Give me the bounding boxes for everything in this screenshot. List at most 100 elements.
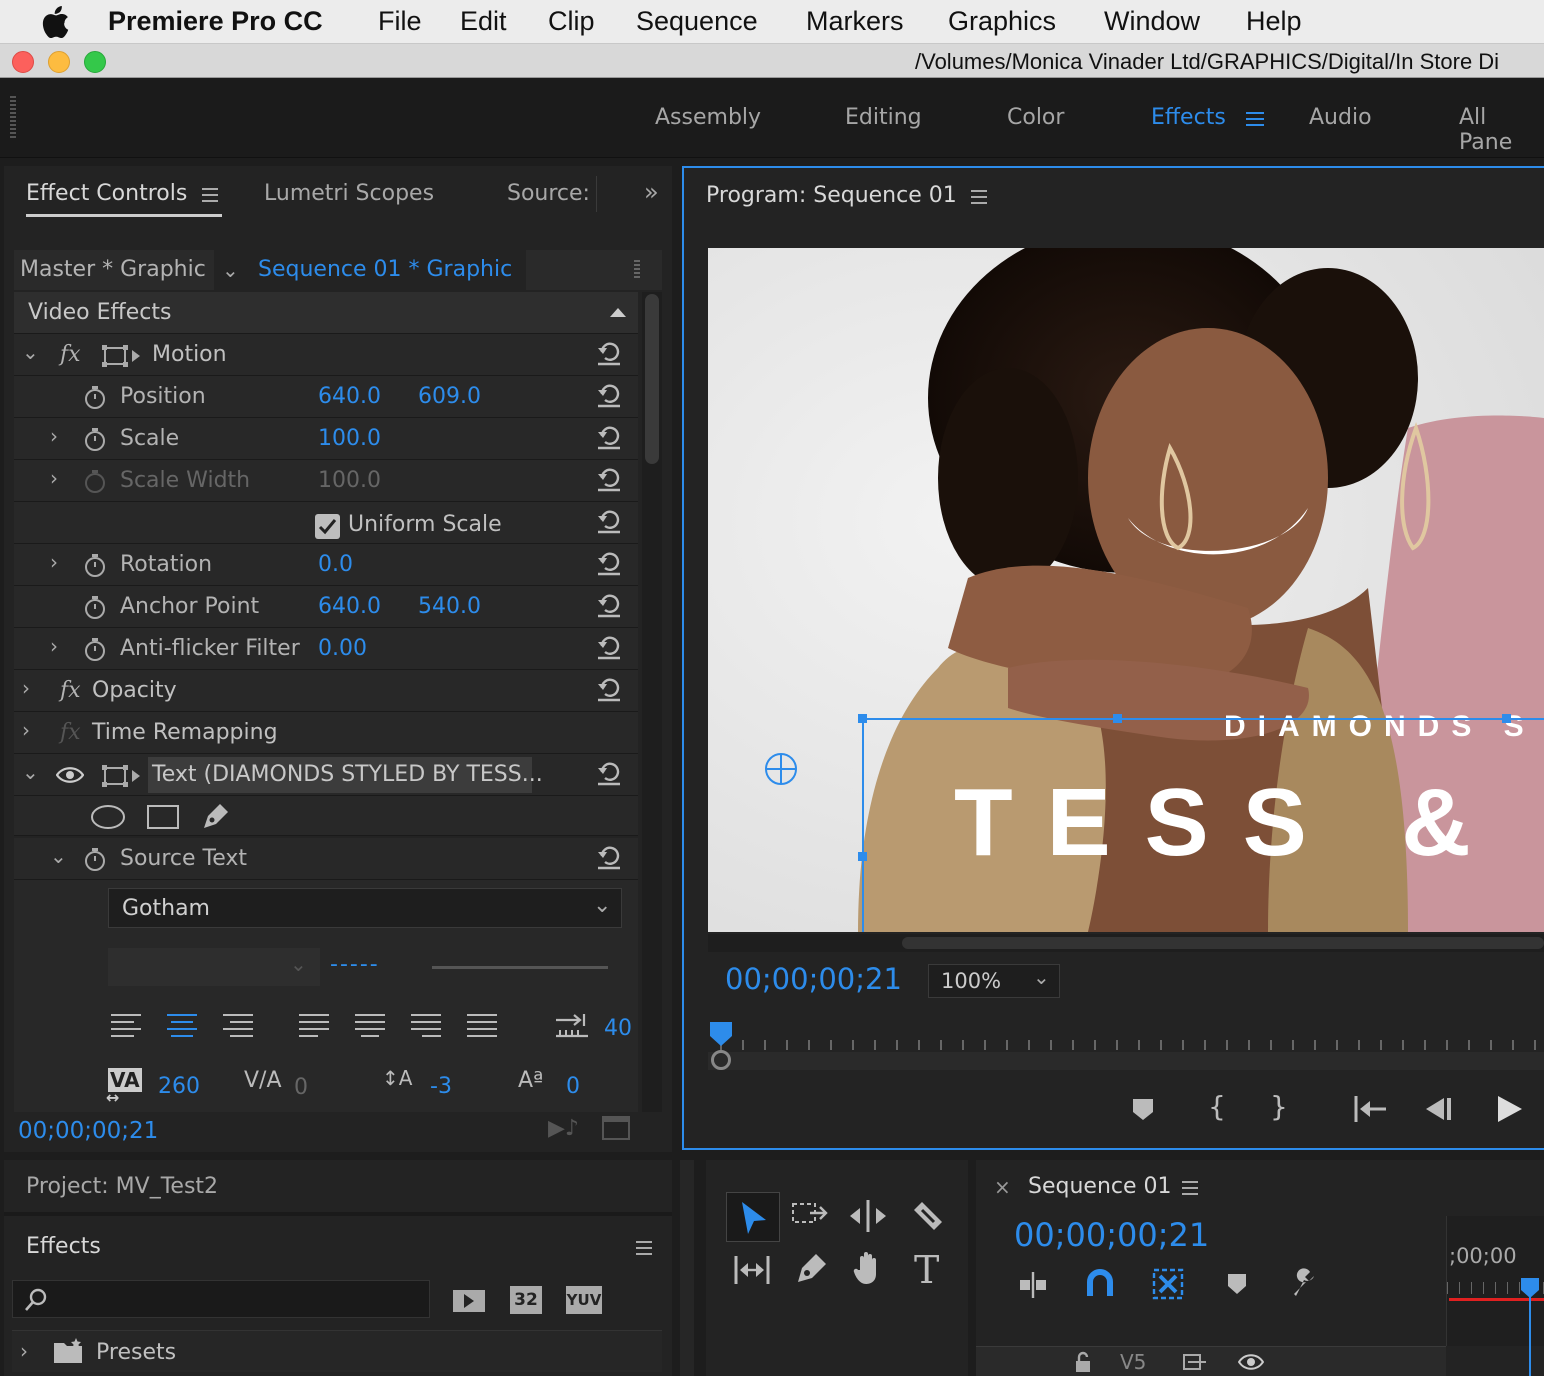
panel-divider[interactable]	[680, 1160, 694, 1376]
reset-icon[interactable]	[596, 382, 622, 408]
workspace-audio[interactable]: Audio	[1309, 105, 1372, 130]
reset-icon[interactable]	[596, 760, 622, 786]
track-select-tool-icon[interactable]	[790, 1196, 830, 1236]
position-x-value[interactable]: 640.0	[318, 384, 381, 409]
razor-tool-icon[interactable]	[908, 1196, 948, 1236]
apple-icon[interactable]	[40, 6, 70, 38]
rotation-value[interactable]: 0.0	[318, 552, 353, 577]
menu-file[interactable]: File	[378, 6, 422, 37]
font-size-slider[interactable]	[432, 966, 608, 969]
menu-sequence[interactable]: Sequence	[636, 6, 758, 37]
grip-handle[interactable]	[10, 96, 16, 138]
close-window-button[interactable]	[12, 51, 34, 73]
insert-nested-icon[interactable]	[1018, 1270, 1048, 1300]
align-left-icon[interactable]	[110, 1012, 142, 1040]
mark-out-icon[interactable]: }	[1270, 1090, 1288, 1123]
close-tab-icon[interactable]: ×	[994, 1175, 1011, 1199]
anchor-crosshair-icon[interactable]	[764, 752, 798, 786]
yuv-effects-icon[interactable]: YUV	[566, 1286, 602, 1314]
workspace-editing[interactable]: Editing	[845, 105, 922, 130]
pen-tool-icon[interactable]	[792, 1248, 832, 1288]
chevron-right-icon[interactable]: ›	[50, 466, 58, 490]
tab-stops-icon[interactable]	[554, 1012, 590, 1040]
workspace-all-panels[interactable]: All Pane	[1459, 105, 1544, 155]
32-bit-effects-icon[interactable]: 32	[510, 1286, 542, 1314]
fx-icon[interactable]: fx	[60, 678, 81, 703]
chevron-down-icon[interactable]: ⌄	[50, 844, 67, 868]
rectangle-mask-icon[interactable]	[146, 804, 180, 830]
export-frame-icon[interactable]	[602, 1116, 630, 1140]
menu-window[interactable]: Window	[1104, 6, 1200, 37]
linked-selection-icon[interactable]	[1152, 1268, 1184, 1300]
presets-folder-row[interactable]: › Presets	[12, 1330, 662, 1372]
justify-left-icon[interactable]	[298, 1012, 330, 1040]
stopwatch-icon[interactable]	[84, 637, 106, 661]
tab-lumetri-scopes[interactable]: Lumetri Scopes	[264, 181, 434, 206]
menu-markers[interactable]: Markers	[806, 6, 904, 37]
anti-flicker-value[interactable]: 0.00	[318, 636, 367, 661]
monitor-time-ruler[interactable]	[720, 1026, 1544, 1050]
chevron-right-icon[interactable]: ›	[22, 676, 30, 700]
timeline-menu-icon[interactable]	[1182, 1181, 1198, 1195]
play-audio-icon[interactable]: ▶♪	[548, 1116, 579, 1141]
reset-icon[interactable]	[596, 508, 622, 534]
toggle-track-output-icon[interactable]	[1238, 1353, 1264, 1371]
timeline-timecode[interactable]: 00;00;00;21	[1014, 1216, 1209, 1254]
chevron-right-icon[interactable]: ›	[20, 1339, 28, 1363]
monitor-scrollbar[interactable]	[708, 1052, 1544, 1070]
master-clip-label[interactable]: Master * Graphic	[20, 257, 206, 282]
lock-icon[interactable]	[1074, 1351, 1092, 1373]
text-selection-box[interactable]	[862, 718, 1544, 932]
stopwatch-icon[interactable]	[84, 385, 106, 409]
minimize-window-button[interactable]	[48, 51, 70, 73]
chevron-down-icon[interactable]: ⌄	[222, 258, 239, 282]
monitor-zoom-scrollbar[interactable]	[708, 934, 1544, 952]
timeline-title[interactable]: Sequence 01	[1028, 1174, 1172, 1199]
font-family-dropdown[interactable]: Gotham ⌄	[108, 888, 622, 928]
scale-value[interactable]: 100.0	[318, 426, 381, 451]
pen-mask-icon[interactable]	[200, 800, 232, 832]
effects-search-input[interactable]	[12, 1280, 430, 1318]
add-marker-icon[interactable]	[1130, 1096, 1156, 1122]
transform-icon[interactable]	[102, 764, 142, 788]
program-timecode[interactable]: 00;00;00;21	[725, 962, 902, 996]
project-panel-title[interactable]: Project: MV_Test2	[26, 1174, 218, 1199]
slip-tool-icon[interactable]	[732, 1250, 772, 1290]
workspace-menu-icon[interactable]	[1246, 112, 1264, 126]
sync-lock-icon[interactable]	[1182, 1351, 1208, 1373]
effects-panel-menu-icon[interactable]	[636, 1241, 652, 1255]
align-center-icon[interactable]	[166, 1012, 198, 1040]
stopwatch-icon[interactable]	[84, 847, 106, 871]
reset-icon[interactable]	[596, 424, 622, 450]
chevron-down-icon[interactable]: ⌄	[22, 340, 39, 364]
selection-handle[interactable]	[858, 714, 867, 723]
app-name-menu[interactable]: Premiere Pro CC	[108, 6, 323, 37]
reset-icon[interactable]	[596, 676, 622, 702]
panel-grip-icon[interactable]	[634, 260, 640, 278]
kerning-value[interactable]: 260	[158, 1074, 200, 1099]
effect-controls-scrollbar[interactable]	[642, 292, 662, 1112]
reset-icon[interactable]	[596, 466, 622, 492]
zoom-window-button[interactable]	[84, 51, 106, 73]
justify-all-icon[interactable]	[466, 1012, 498, 1040]
stopwatch-icon[interactable]	[84, 553, 106, 577]
step-back-icon[interactable]	[1424, 1096, 1454, 1122]
transform-icon[interactable]	[102, 344, 142, 368]
baseline-shift-value[interactable]: 0	[566, 1074, 580, 1099]
anchor-point-x-value[interactable]: 640.0	[318, 594, 381, 619]
tab-stops-value[interactable]: 40	[604, 1016, 632, 1041]
chevron-right-icon[interactable]: ›	[50, 424, 58, 448]
effect-controls-timecode[interactable]: 00;00;00;21	[18, 1118, 158, 1144]
tab-source[interactable]: Source:	[507, 181, 590, 206]
collapse-up-icon[interactable]	[610, 308, 626, 317]
selection-handle[interactable]	[1113, 714, 1122, 723]
font-style-dropdown[interactable]: ⌄	[108, 948, 320, 986]
snap-magnet-icon[interactable]	[1086, 1268, 1114, 1298]
playhead-icon[interactable]	[708, 1020, 734, 1050]
stopwatch-icon[interactable]	[84, 595, 106, 619]
uniform-scale-checkbox[interactable]	[315, 514, 340, 539]
workspace-color[interactable]: Color	[1007, 105, 1064, 130]
eye-icon[interactable]	[56, 766, 84, 784]
justify-right-icon[interactable]	[410, 1012, 442, 1040]
selection-tool-icon[interactable]	[734, 1198, 774, 1238]
